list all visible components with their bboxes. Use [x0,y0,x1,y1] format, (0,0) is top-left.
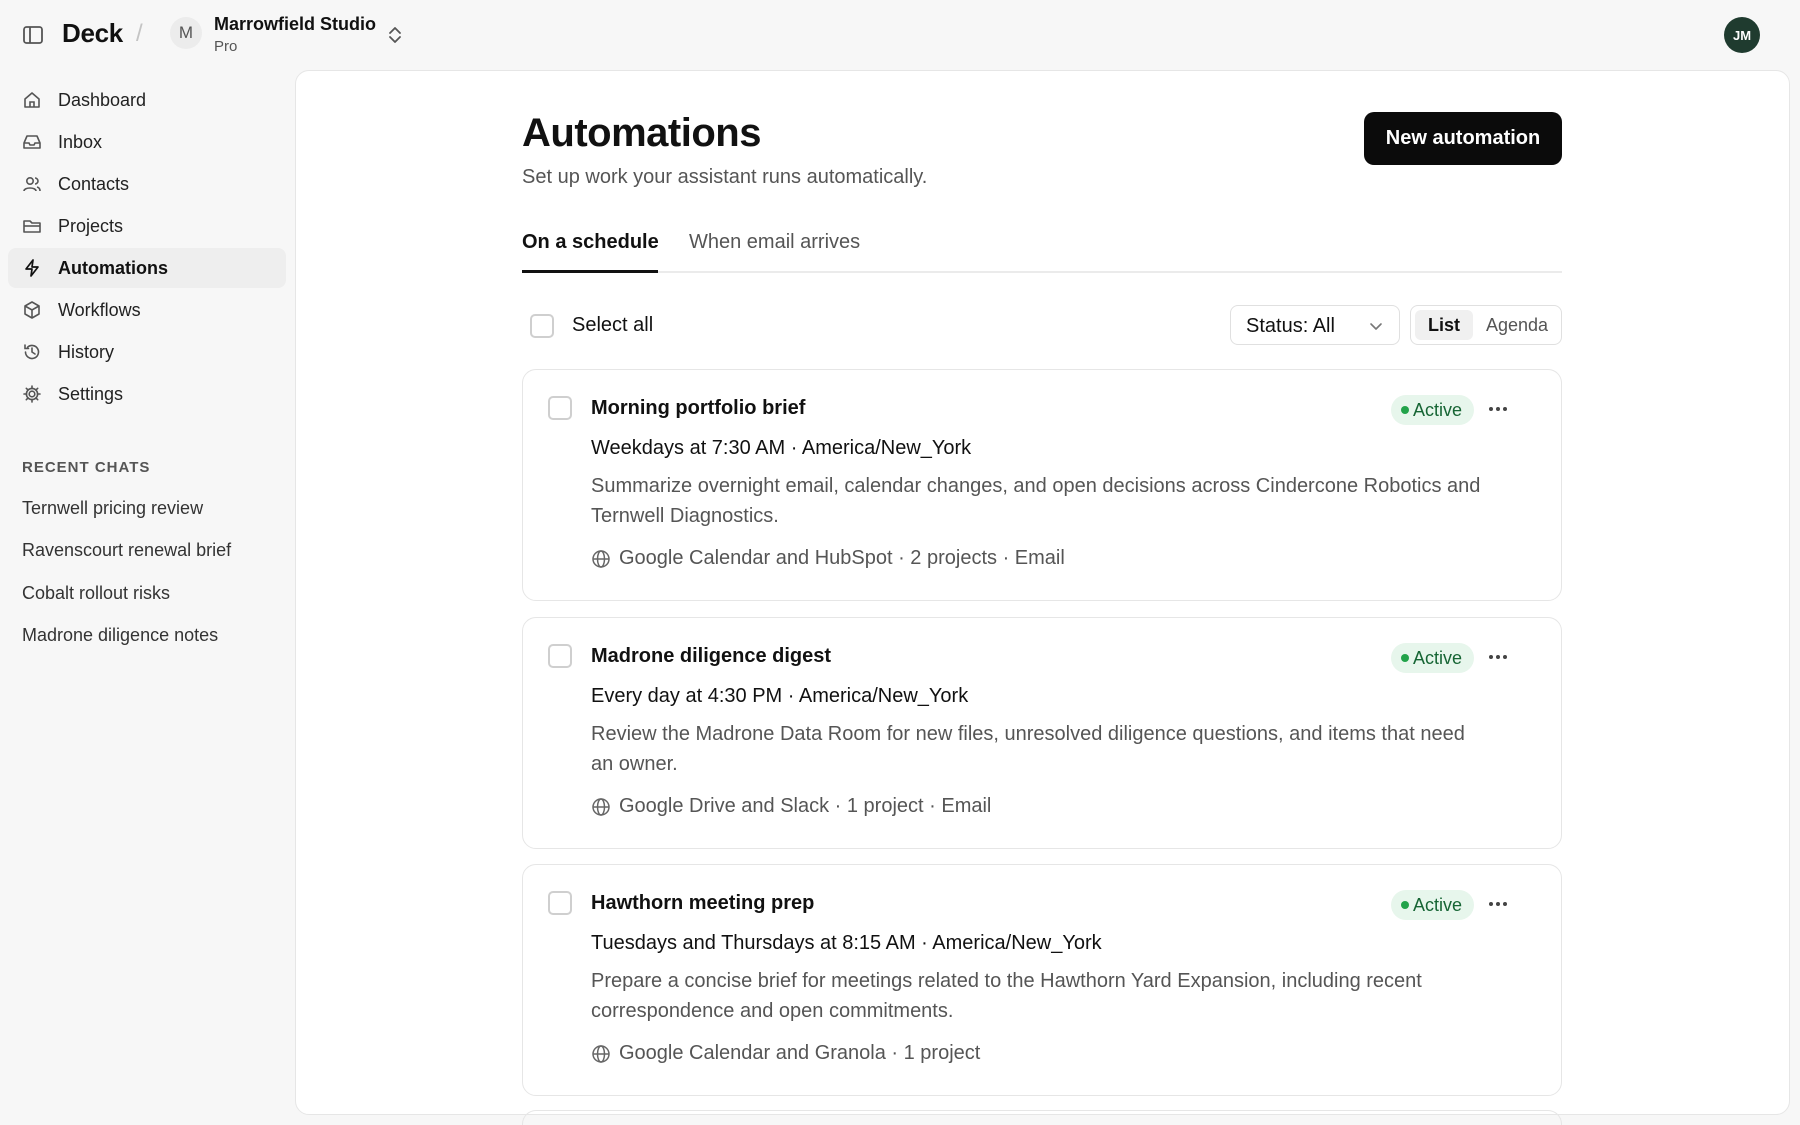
select-all-checkbox[interactable] [530,314,554,338]
status-dot [1401,654,1409,662]
sidebar-item-label: Contacts [58,174,130,194]
workspace-name[interactable]: Marrowfield Studio [214,14,376,35]
new-automation-button[interactable]: New automation [1364,112,1562,165]
history-icon [22,342,42,362]
automation-title[interactable]: Hawthorn meeting prep [591,892,814,915]
automation-checkbox[interactable] [548,396,572,420]
sidebar-item-automations[interactable]: Automations [8,248,286,288]
users-icon [22,174,42,194]
automation-schedule: Weekdays at 7:30 AM · America/New_York [591,437,972,459]
page-title: Automations [522,111,761,155]
automation-title[interactable]: Madrone diligence digest [591,645,831,668]
recent-chat-item[interactable]: Ravenscourt renewal brief [22,540,231,561]
top-bar: Deck / M Marrowfield Studio Pro JM [0,0,1800,70]
view-option-list[interactable]: List [1415,310,1473,340]
gear-icon [22,384,42,404]
automation-meta: Google Calendar and HubSpot · 2 projects… [591,547,1065,570]
automation-title[interactable]: Morning portfolio brief [591,397,805,420]
recent-chat-item[interactable]: Cobalt rollout risks [22,583,170,604]
automation-schedule: Every day at 4:30 PM · America/New_York [591,685,969,707]
workspace-plan: Pro [214,38,238,55]
active-tab-indicator [522,270,658,273]
sidebar-item-dashboard[interactable]: Dashboard [8,80,286,120]
chevron-down-icon [1367,317,1385,335]
sidebar-item-label: Automations [58,258,168,278]
automation-checkbox[interactable] [548,644,572,668]
automation-schedule: Tuesdays and Thursdays at 8:15 AM · Amer… [591,932,1102,954]
workspace-switcher-icon[interactable] [384,24,406,46]
select-all-label[interactable]: Select all [572,314,653,337]
automation-card[interactable]: Morning portfolio brief Active Weekdays … [522,369,1562,601]
view-toggle: List Agenda [1410,305,1562,345]
page-subtitle: Set up work your assistant runs automati… [522,166,928,188]
status-badge: Active [1391,643,1475,673]
sidebar-item-projects[interactable]: Projects [8,206,286,246]
automation-description: Review the Madrone Data Room for new fil… [591,723,1465,775]
automation-description: Summarize overnight email, calendar chan… [591,475,1481,527]
home-icon [22,90,42,110]
inbox-icon [22,132,42,152]
globe-icon [592,1044,610,1063]
status-filter-dropdown[interactable]: Status: All [1230,305,1400,345]
automation-description: Prepare a concise brief for meetings rel… [591,970,1422,1022]
sidebar-item-inbox[interactable]: Inbox [8,122,286,162]
bolt-icon [22,258,42,278]
sidebar-item-label: Workflows [58,300,141,320]
status-filter-value: Status: All [1246,315,1335,337]
recent-chat-item[interactable]: Ternwell pricing review [22,498,203,519]
more-options-button[interactable] [1483,394,1513,424]
automation-card[interactable]: Madrone diligence digest Active Every da… [522,617,1562,849]
more-options-button[interactable] [1483,642,1513,672]
view-option-agenda[interactable]: Agenda [1477,310,1557,340]
automation-meta: Google Calendar and Granola · 1 project [591,1042,980,1065]
sidebar-item-label: Inbox [58,132,103,152]
sidebar-item-label: History [58,342,115,362]
status-badge: Active [1391,395,1475,425]
sidebar-item-label: Settings [58,384,124,404]
tab-when-email-arrives[interactable]: When email arrives [689,231,860,254]
workspace-avatar[interactable]: M [170,17,202,49]
sidebar-item-workflows[interactable]: Workflows [8,290,286,330]
automation-checkbox[interactable] [548,891,572,915]
status-dot [1401,406,1409,414]
recent-chats-heading: RECENT CHATS [22,459,151,476]
user-avatar[interactable]: JM [1724,17,1760,53]
tab-bar: On a schedule When email arrives [522,221,1562,273]
automation-meta: Google Drive and Slack · 1 project · Ema… [591,795,991,818]
sidebar-item-contacts[interactable]: Contacts [8,164,286,204]
sidebar-item-settings[interactable]: Settings [8,374,286,414]
sidebar-item-label: Dashboard [58,90,147,110]
sidebar-item-history[interactable]: History [8,332,286,372]
brand-name[interactable]: Deck [62,18,123,49]
recent-chat-item[interactable]: Madrone diligence notes [22,625,218,646]
sidebar-toggle-icon[interactable] [22,24,44,46]
automation-card[interactable]: Hawthorn meeting prep Active Tuesdays an… [522,864,1562,1096]
more-options-button[interactable] [1483,889,1513,919]
status-dot [1401,901,1409,909]
sidebar-item-label: Projects [58,216,124,236]
folder-icon [22,216,42,236]
tab-on-a-schedule[interactable]: On a schedule [522,231,659,254]
main-panel: Automations Set up work your assistant r… [295,70,1790,1125]
status-badge: Active [1391,890,1475,920]
globe-icon [592,549,610,568]
breadcrumb-separator: / [136,20,143,47]
globe-icon [592,797,610,816]
cube-icon [22,300,42,320]
automation-card-partial [522,1110,1562,1125]
